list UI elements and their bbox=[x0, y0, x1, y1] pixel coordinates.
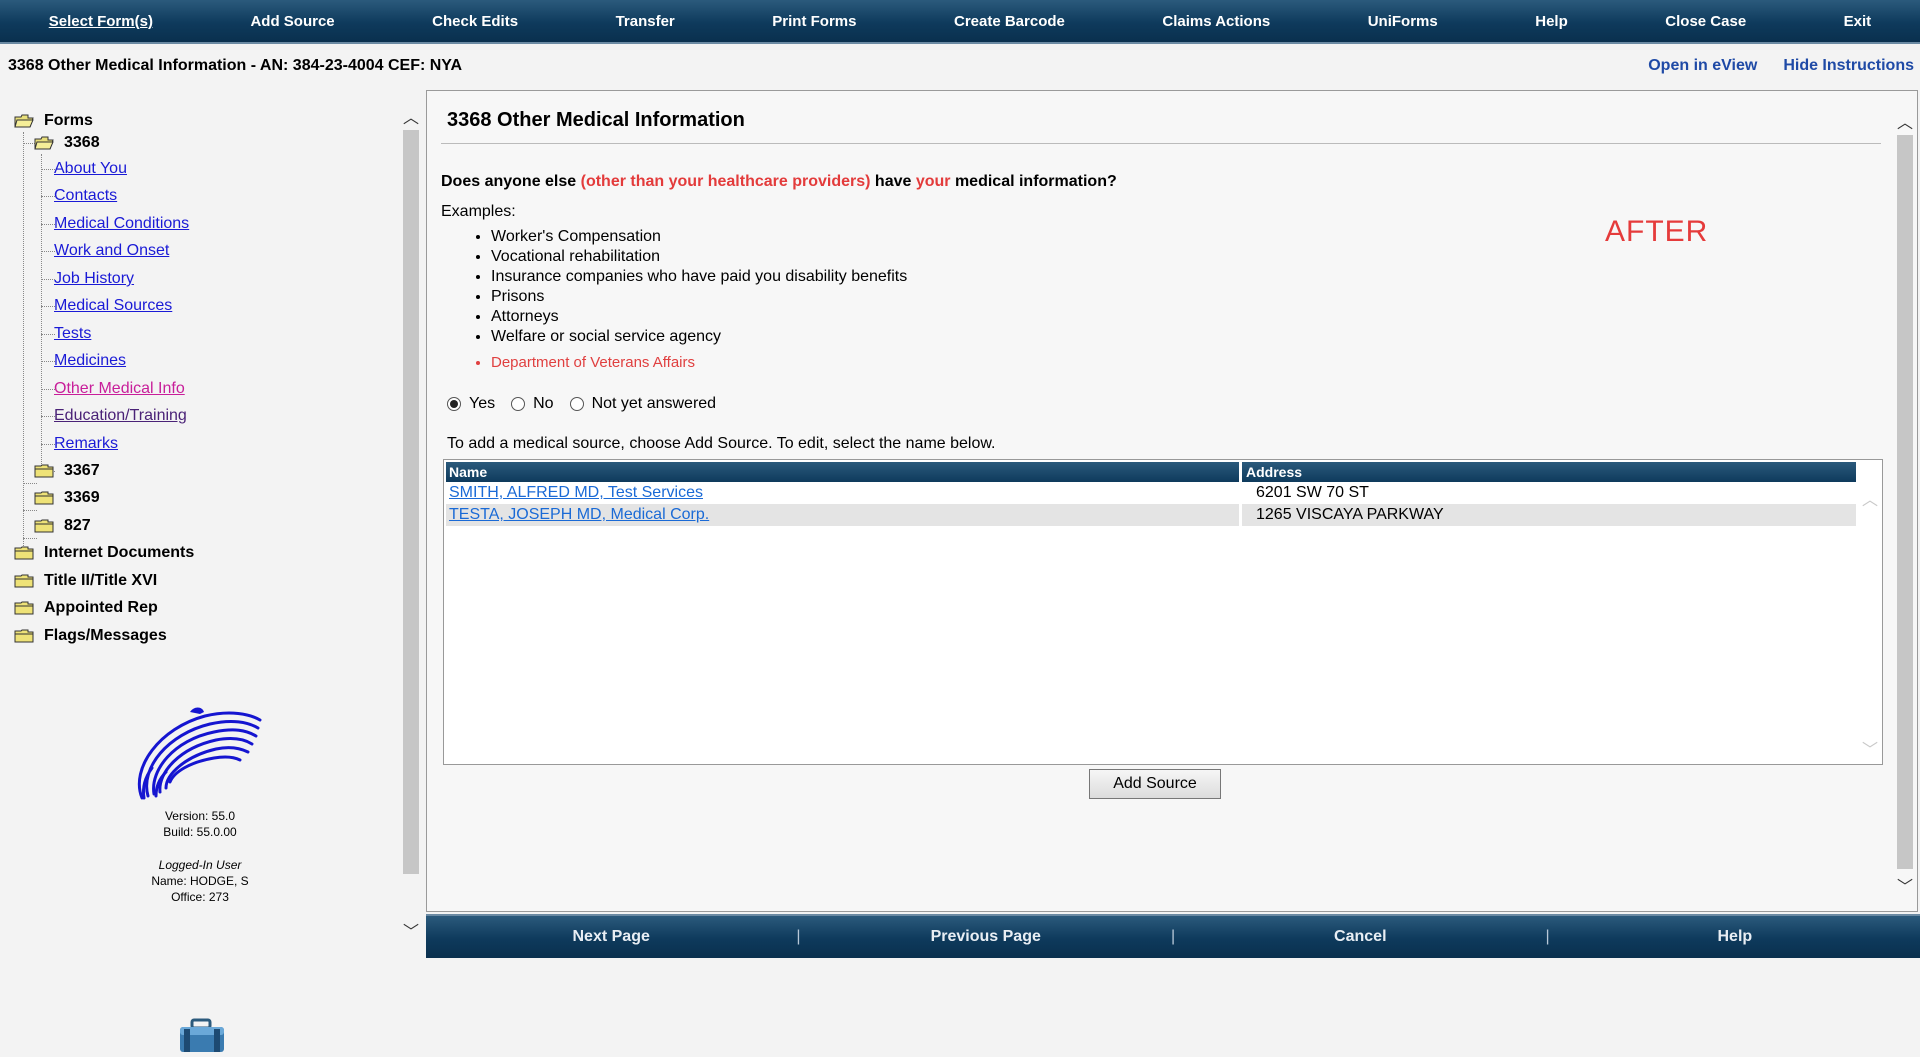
examples-label: Examples: bbox=[441, 203, 516, 220]
tree-link-contacts[interactable]: Contacts bbox=[54, 187, 117, 205]
tree-link-remarks[interactable]: Remarks bbox=[54, 435, 118, 453]
next-page-button[interactable]: Next Page bbox=[426, 928, 796, 946]
menu-create-barcode[interactable]: Create Barcode bbox=[905, 0, 1113, 42]
list-item: Insurance companies who have paid you di… bbox=[491, 267, 907, 287]
hide-instructions-link[interactable]: Hide Instructions bbox=[1783, 57, 1914, 75]
scroll-down-icon[interactable]: ﹀ bbox=[1860, 738, 1880, 759]
folder-icon bbox=[34, 491, 54, 505]
tree-link-medical-sources[interactable]: Medical Sources bbox=[54, 297, 172, 315]
menu-close-case[interactable]: Close Case bbox=[1617, 0, 1795, 42]
open-folder-icon bbox=[34, 136, 54, 150]
scroll-up-icon[interactable]: ︿ bbox=[1895, 111, 1915, 132]
list-item: Welfare or social service agency bbox=[491, 327, 907, 347]
add-source-button[interactable]: Add Source bbox=[1089, 769, 1221, 799]
tree-link-other-medical-info[interactable]: Other Medical Info bbox=[54, 380, 185, 398]
radio-unselected-icon[interactable] bbox=[569, 397, 584, 411]
table-row[interactable]: SMITH, ALFRED MD, Test Services 6201 SW … bbox=[446, 482, 1856, 504]
tree-link-work-and-onset[interactable]: Work and Onset bbox=[54, 242, 169, 260]
list-item: Prisons bbox=[491, 287, 907, 307]
scroll-down-icon[interactable]: ﹀ bbox=[401, 920, 421, 941]
tree-node-3369[interactable]: 3369 bbox=[34, 487, 100, 509]
menu-uniforms[interactable]: UniForms bbox=[1319, 0, 1487, 42]
menu-claims-actions[interactable]: Claims Actions bbox=[1114, 0, 1319, 42]
column-header-name[interactable]: Name bbox=[446, 462, 1242, 482]
table-scrollbar[interactable]: ︿ ﹀ bbox=[1860, 482, 1880, 762]
tree-node-internet-documents[interactable]: Internet Documents bbox=[14, 542, 194, 564]
left-navigation-pane: Forms 3368 About You Contacts Medical Co… bbox=[0, 90, 424, 1052]
tree-link-tests[interactable]: Tests bbox=[54, 325, 91, 343]
menu-exit[interactable]: Exit bbox=[1795, 0, 1920, 42]
radio-selected-icon[interactable] bbox=[447, 397, 461, 411]
after-annotation: AFTER bbox=[1605, 215, 1709, 248]
tree-node-3367[interactable]: 3367 bbox=[34, 460, 100, 482]
instructions-text: To add a medical source, choose Add Sour… bbox=[447, 435, 996, 452]
examples-list: Worker's Compensation Vocational rehabil… bbox=[477, 227, 907, 373]
divider bbox=[441, 143, 1881, 144]
menu-transfer[interactable]: Transfer bbox=[567, 0, 724, 42]
main-content-panel: 3368 Other Medical Information Does anyo… bbox=[426, 90, 1918, 912]
version-info: Version: 55.0 Build: 55.0.00 bbox=[163, 809, 237, 839]
briefcase-icon[interactable] bbox=[178, 1018, 226, 1052]
tree-link-about-you[interactable]: About You bbox=[54, 160, 127, 178]
tree-node-title-ii-xvi[interactable]: Title II/Title XVI bbox=[14, 570, 157, 592]
cancel-button[interactable]: Cancel bbox=[1175, 928, 1545, 946]
folder-icon bbox=[34, 519, 54, 533]
eagle-logo-icon bbox=[130, 698, 280, 808]
tree-link-medical-conditions[interactable]: Medical Conditions bbox=[54, 215, 189, 233]
list-item: Vocational rehabilitation bbox=[491, 247, 907, 267]
tree-node-flags-messages[interactable]: Flags/Messages bbox=[14, 625, 167, 647]
list-item: Attorneys bbox=[491, 307, 907, 327]
answer-radio-group: Yes No Not yet answered bbox=[447, 395, 724, 413]
list-item-highlighted: Department of Veterans Affairs bbox=[491, 353, 907, 373]
top-menu-bar: Select Form(s) Add Source Check Edits Tr… bbox=[0, 0, 1920, 44]
menu-select-forms[interactable]: Select Form(s) bbox=[0, 0, 202, 42]
table-row[interactable]: TESTA, JOSEPH MD, Medical Corp. 1265 VIS… bbox=[446, 504, 1856, 526]
scroll-track[interactable] bbox=[403, 130, 419, 874]
folder-icon bbox=[14, 629, 34, 643]
tree-link-job-history[interactable]: Job History bbox=[54, 270, 134, 288]
scroll-track[interactable] bbox=[1897, 135, 1913, 869]
folder-icon bbox=[34, 464, 54, 478]
menu-print-forms[interactable]: Print Forms bbox=[724, 0, 906, 42]
radio-not-yet-answered[interactable]: Not yet answered bbox=[569, 395, 716, 413]
menu-add-source[interactable]: Add Source bbox=[202, 0, 384, 42]
tree-link-medicines[interactable]: Medicines bbox=[54, 352, 126, 370]
section-title: 3368 Other Medical Information bbox=[447, 109, 745, 131]
source-name-link[interactable]: TESTA, JOSEPH MD, Medical Corp. bbox=[449, 506, 709, 523]
help-button[interactable]: Help bbox=[1550, 928, 1920, 946]
left-scrollbar[interactable]: ︿ ﹀ bbox=[401, 100, 421, 941]
column-header-address[interactable]: Address bbox=[1242, 462, 1856, 482]
scroll-up-icon[interactable]: ︿ bbox=[1860, 488, 1880, 509]
open-folder-icon bbox=[14, 114, 34, 128]
bottom-navigation-bar: Next Page | Previous Page | Cancel | Hel… bbox=[426, 914, 1920, 958]
tree-node-forms[interactable]: Forms bbox=[14, 110, 93, 132]
open-in-eview-link[interactable]: Open in eView bbox=[1648, 57, 1757, 75]
title-bar: 3368 Other Medical Information - AN: 384… bbox=[0, 44, 1920, 88]
source-address: 1265 VISCAYA PARKWAY bbox=[1256, 506, 1444, 523]
previous-page-button[interactable]: Previous Page bbox=[801, 928, 1171, 946]
radio-unselected-icon[interactable] bbox=[511, 397, 526, 411]
radio-no[interactable]: No bbox=[511, 395, 554, 413]
list-item: Worker's Compensation bbox=[491, 227, 907, 247]
folder-icon bbox=[14, 601, 34, 615]
question-text: Does anyone else (other than your health… bbox=[441, 173, 1117, 190]
main-scrollbar[interactable]: ︿ ﹀ bbox=[1895, 105, 1915, 897]
scroll-down-icon[interactable]: ﹀ bbox=[1895, 875, 1915, 896]
scroll-up-icon[interactable]: ︿ bbox=[401, 106, 421, 127]
menu-help[interactable]: Help bbox=[1487, 0, 1617, 42]
logged-in-user-info: Logged-In User Name: HODGE, S Office: 27… bbox=[151, 858, 249, 904]
source-address: 6201 SW 70 ST bbox=[1256, 484, 1369, 501]
source-name-link[interactable]: SMITH, ALFRED MD, Test Services bbox=[449, 484, 703, 501]
table-header: Name Address bbox=[446, 462, 1856, 482]
menu-check-edits[interactable]: Check Edits bbox=[383, 0, 566, 42]
page-title: 3368 Other Medical Information - AN: 384… bbox=[8, 57, 463, 74]
medical-sources-table: Name Address SMITH, ALFRED MD, Test Serv… bbox=[443, 459, 1883, 765]
tree-node-3368[interactable]: 3368 bbox=[34, 132, 100, 154]
folder-icon bbox=[14, 546, 34, 560]
tree-link-education-training[interactable]: Education/Training bbox=[54, 407, 187, 425]
tree-node-appointed-rep[interactable]: Appointed Rep bbox=[14, 597, 158, 619]
folder-icon bbox=[14, 574, 34, 588]
tree-node-827[interactable]: 827 bbox=[34, 515, 91, 537]
radio-yes[interactable]: Yes bbox=[447, 395, 495, 413]
